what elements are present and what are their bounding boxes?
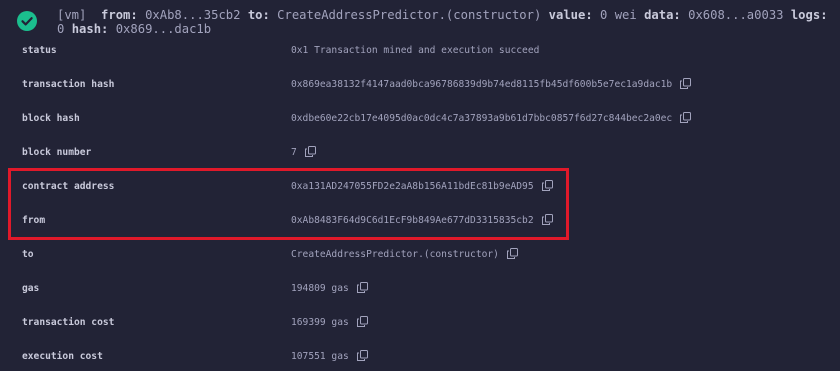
to-key: to: bbox=[247, 8, 270, 22]
value-value: 0 wei bbox=[600, 8, 637, 22]
value-key: value: bbox=[548, 8, 593, 22]
detail-row-block-number: block number 7 bbox=[0, 136, 840, 170]
detail-value: 107551 gas bbox=[291, 350, 368, 362]
copy-icon[interactable] bbox=[680, 112, 692, 123]
data-value: 0x608...a0033 bbox=[688, 8, 784, 22]
detail-label: to bbox=[22, 249, 34, 260]
detail-row-status: status 0x1 Transaction mined and executi… bbox=[0, 34, 840, 68]
detail-value: 194809 gas bbox=[291, 282, 368, 294]
transaction-summary: [vm] from: 0xAb8...35cb2 to: CreateAddre… bbox=[57, 8, 832, 36]
detail-value-text: 107551 gas bbox=[291, 351, 349, 362]
logs-key: logs: bbox=[790, 8, 828, 22]
detail-value-text: 0x869ea38132f4147aad0bca96786839d9b74ed8… bbox=[291, 79, 673, 90]
copy-icon[interactable] bbox=[356, 282, 368, 293]
to-value: CreateAddressPredictor.(constructor) bbox=[277, 8, 542, 22]
detail-label: status bbox=[22, 45, 57, 56]
detail-value-text: 169399 gas bbox=[291, 317, 349, 328]
vm-tag: [vm] bbox=[57, 8, 87, 22]
copy-icon[interactable] bbox=[356, 350, 368, 361]
detail-value: 0x869ea38132f4147aad0bca96786839d9b74ed8… bbox=[291, 78, 692, 90]
detail-value-text: 0x1 Transaction mined and execution succ… bbox=[291, 45, 540, 56]
detail-label: execution cost bbox=[22, 351, 103, 362]
detail-label: block number bbox=[22, 147, 92, 158]
detail-row-block-hash: block hash 0xdbe60e22cb17e4095d0ac0dc4c7… bbox=[0, 102, 840, 136]
from-value: 0xAb8...35cb2 bbox=[145, 8, 241, 22]
copy-icon[interactable] bbox=[680, 78, 692, 89]
detail-row-transaction-cost: transaction cost 169399 gas bbox=[0, 306, 840, 340]
detail-label: transaction hash bbox=[22, 79, 115, 90]
detail-row-execution-cost: execution cost 107551 gas bbox=[0, 340, 840, 371]
detail-value-text: 194809 gas bbox=[291, 283, 349, 294]
highlight-annotation-box bbox=[8, 168, 569, 240]
copy-icon[interactable] bbox=[356, 316, 368, 327]
detail-value: CreateAddressPredictor.(constructor) bbox=[291, 248, 518, 260]
detail-row-transaction-hash: transaction hash 0x869ea38132f4147aad0bc… bbox=[0, 68, 840, 102]
copy-icon[interactable] bbox=[304, 146, 316, 157]
detail-value: 169399 gas bbox=[291, 316, 368, 328]
success-check-icon bbox=[17, 11, 37, 31]
detail-value: 7 bbox=[291, 146, 316, 158]
detail-value: 0xdbe60e22cb17e4095d0ac0dc4c7a37893a9b61… bbox=[291, 112, 692, 124]
detail-label: transaction cost bbox=[22, 317, 115, 328]
copy-icon[interactable] bbox=[506, 248, 518, 259]
data-key: data: bbox=[644, 8, 681, 22]
detail-value-text: 7 bbox=[291, 147, 297, 158]
detail-label: block hash bbox=[22, 113, 80, 124]
from-key: from: bbox=[101, 8, 138, 22]
detail-row-gas: gas 194809 gas bbox=[0, 272, 840, 306]
detail-row-to: to CreateAddressPredictor.(constructor) bbox=[0, 238, 840, 272]
detail-label: gas bbox=[22, 283, 40, 294]
detail-value: 0x1 Transaction mined and execution succ… bbox=[291, 45, 539, 56]
detail-value-text: CreateAddressPredictor.(constructor) bbox=[291, 249, 499, 260]
detail-value-text: 0xdbe60e22cb17e4095d0ac0dc4c7a37893a9b61… bbox=[291, 113, 673, 124]
